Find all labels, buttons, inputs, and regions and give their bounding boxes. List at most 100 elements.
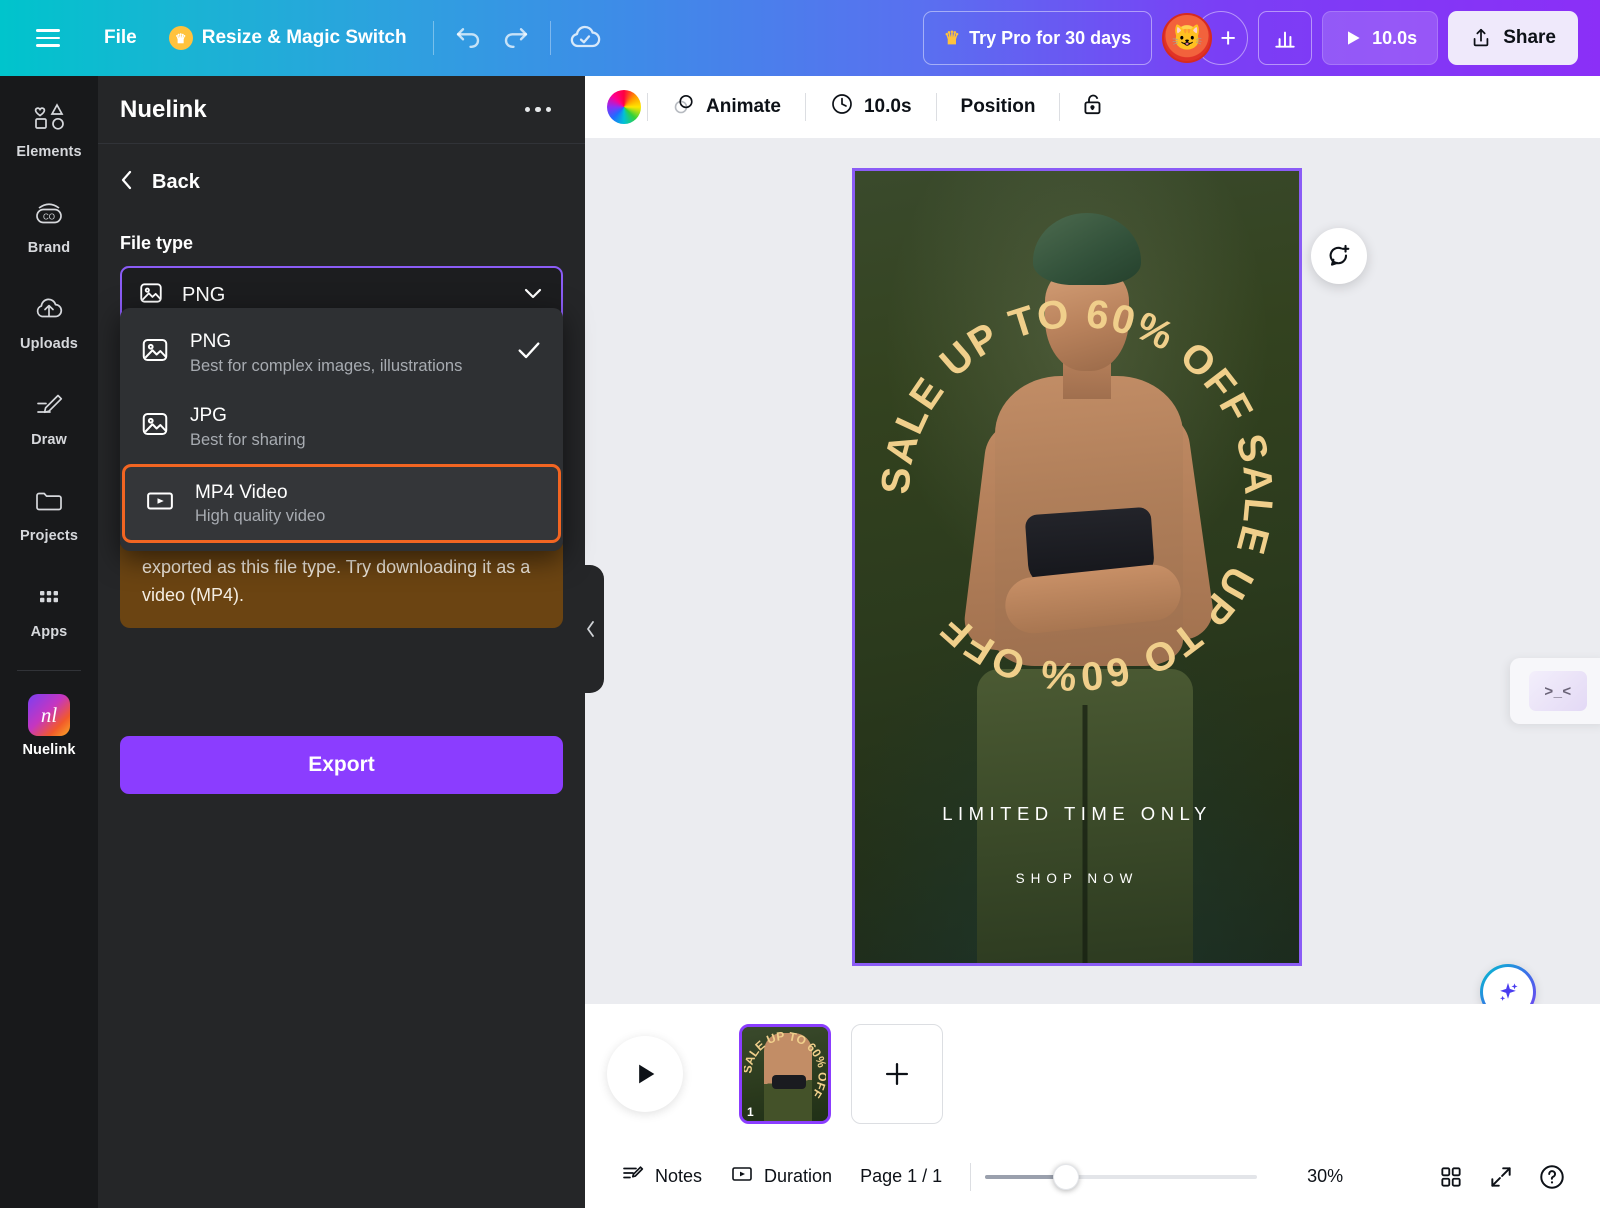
analytics-button[interactable] (1258, 11, 1313, 65)
left-rail: Elements CO Brand Uploads Draw Projects … (0, 76, 98, 1208)
editor-stage: Animate 10.0s Position SALE UP TO 60% OF… (585, 76, 1600, 1208)
shapes-icon (32, 102, 66, 138)
share-upload-icon (1473, 28, 1489, 47)
sidebar-item-uploads[interactable]: Uploads (5, 282, 93, 364)
canva-editor: File ♛ Resize & Magic Switch ♛ Try Pro f… (0, 0, 1600, 1208)
image-file-icon (140, 409, 170, 444)
add-page-button[interactable] (851, 1024, 943, 1124)
sidebar-label-elements: Elements (16, 143, 82, 160)
zoom-slider[interactable] (985, 1163, 1258, 1190)
unlock-icon (1080, 91, 1106, 123)
add-comment-button[interactable] (1311, 228, 1367, 284)
thumbnail-ring-text: SALE UP TO 60% OFF (744, 1029, 826, 1100)
file-menu-button[interactable]: File (88, 18, 153, 58)
try-pro-button[interactable]: ♛ Try Pro for 30 days (922, 11, 1153, 65)
notes-button[interactable]: Notes (607, 1154, 716, 1199)
duration-button-bottom[interactable]: Duration (716, 1154, 846, 1199)
image-file-icon (138, 280, 164, 311)
svg-text:SALE UP TO 60% OFF: SALE UP TO 60% OFF (744, 1029, 826, 1100)
expand-icon (1491, 1166, 1511, 1187)
sidebar-item-nuelink[interactable]: nl Nuelink (5, 685, 93, 767)
play-icon (639, 1064, 655, 1084)
animate-icon (672, 92, 696, 122)
panel-header: Nuelink (98, 76, 585, 144)
page-thumbnail-1[interactable]: SALE UP TO 60% OFF 1 (739, 1024, 831, 1124)
sidebar-label-nuelink: Nuelink (22, 742, 76, 758)
top-toolbar: File ♛ Resize & Magic Switch ♛ Try Pro f… (0, 0, 1600, 76)
fullscreen-button[interactable] (1476, 1156, 1526, 1198)
toolbar-divider-2 (549, 21, 551, 55)
sidebar-item-projects[interactable]: Projects (5, 474, 93, 556)
svg-text:CO: CO (43, 212, 55, 221)
export-button[interactable]: Export (120, 736, 563, 794)
zoom-slider-handle[interactable] (1053, 1163, 1080, 1190)
grid-view-button[interactable] (1426, 1156, 1476, 1198)
redo-icon[interactable] (492, 14, 540, 62)
option-title: JPG (190, 404, 227, 426)
sidebar-item-brand[interactable]: CO Brand (5, 186, 93, 268)
undo-icon[interactable] (444, 14, 492, 62)
sidebar-item-draw[interactable]: Draw (5, 378, 93, 460)
file-type-option-jpg[interactable]: JPG Best for sharing (120, 390, 563, 464)
export-panel: Nuelink Back File type PNG PNG Best for … (98, 76, 585, 1208)
file-menu-label: File (104, 27, 137, 48)
file-type-value: PNG (182, 283, 226, 306)
avatar[interactable]: 😺 (1162, 13, 1213, 63)
chevron-down-icon (521, 281, 545, 310)
hamburger-icon[interactable] (26, 16, 70, 60)
chevron-left-icon (587, 621, 594, 637)
option-texts: MP4 Video High quality video (195, 481, 538, 527)
play-icon (1348, 31, 1360, 45)
more-options-icon[interactable] (517, 99, 560, 121)
add-comment-icon (1329, 244, 1350, 266)
option-texts: PNG Best for complex images, illustratio… (190, 330, 495, 376)
sidebar-label-uploads: Uploads (20, 335, 78, 352)
option-subtitle: Best for complex images, illustrations (190, 356, 463, 375)
sidebar-label-draw: Draw (31, 431, 67, 448)
canvas-area[interactable]: SALE UP TO 60% OFF SALE UP TO 60% OFF LI… (585, 138, 1600, 1004)
magic-sparkle-icon (1483, 967, 1533, 1004)
brand-icon: CO (32, 199, 66, 234)
bottom-toolbar: Notes Duration Page 1 / 1 30% (585, 1144, 1600, 1208)
grid-view-icon (1441, 1166, 1461, 1187)
sidebar-item-elements[interactable]: Elements (5, 90, 93, 172)
option-subtitle: High quality video (195, 507, 326, 526)
cloud-saved-icon[interactable] (561, 14, 609, 62)
animate-button[interactable]: Animate (654, 84, 799, 130)
design-headline: LIMITED TIME ONLY (942, 803, 1212, 824)
panel-title: Nuelink (120, 95, 207, 123)
ctx-divider-2 (804, 92, 806, 121)
design-canvas[interactable]: SALE UP TO 60% OFF SALE UP TO 60% OFF LI… (852, 168, 1302, 966)
color-wheel-icon[interactable] (607, 89, 641, 124)
side-panel-peek[interactable]: >_< (1510, 658, 1600, 724)
crown-icon: ♛ (168, 26, 193, 50)
timeline-play-button[interactable] (607, 1036, 683, 1112)
back-button[interactable]: Back (98, 144, 585, 197)
grid-apps-icon (32, 583, 66, 618)
sidebar-label-apps: Apps (30, 623, 68, 640)
file-type-option-mp4[interactable]: MP4 Video High quality video (122, 463, 561, 544)
nuelink-logo: nl (28, 694, 70, 736)
resize-magic-switch-button[interactable]: ♛ Resize & Magic Switch (153, 17, 423, 59)
option-subtitle: Best for sharing (190, 430, 306, 449)
option-texts: JPG Best for sharing (190, 404, 543, 450)
notes-icon (621, 1162, 645, 1191)
help-button[interactable] (1526, 1155, 1578, 1199)
preview-duration-label: 10.0s (1372, 27, 1418, 48)
duration-label-bottom: Duration (764, 1166, 833, 1186)
preview-play-button[interactable]: 10.0s (1322, 11, 1439, 65)
try-pro-label: Try Pro for 30 days (969, 27, 1132, 48)
file-type-option-png[interactable]: PNG Best for complex images, illustratio… (120, 316, 563, 390)
lock-button[interactable] (1066, 83, 1120, 131)
option-title: MP4 Video (195, 481, 288, 503)
share-button[interactable]: Share (1448, 11, 1578, 65)
sidebar-item-apps[interactable]: Apps (5, 570, 93, 652)
video-file-icon (145, 486, 175, 521)
position-label: Position (960, 95, 1036, 117)
magic-assistant-button[interactable] (1480, 964, 1536, 1004)
plus-icon (885, 1062, 909, 1086)
duration-value: 10.0s (863, 95, 912, 117)
position-button[interactable]: Position (943, 88, 1054, 126)
duration-button[interactable]: 10.0s (812, 84, 930, 130)
ctx-divider-4 (1059, 92, 1061, 121)
